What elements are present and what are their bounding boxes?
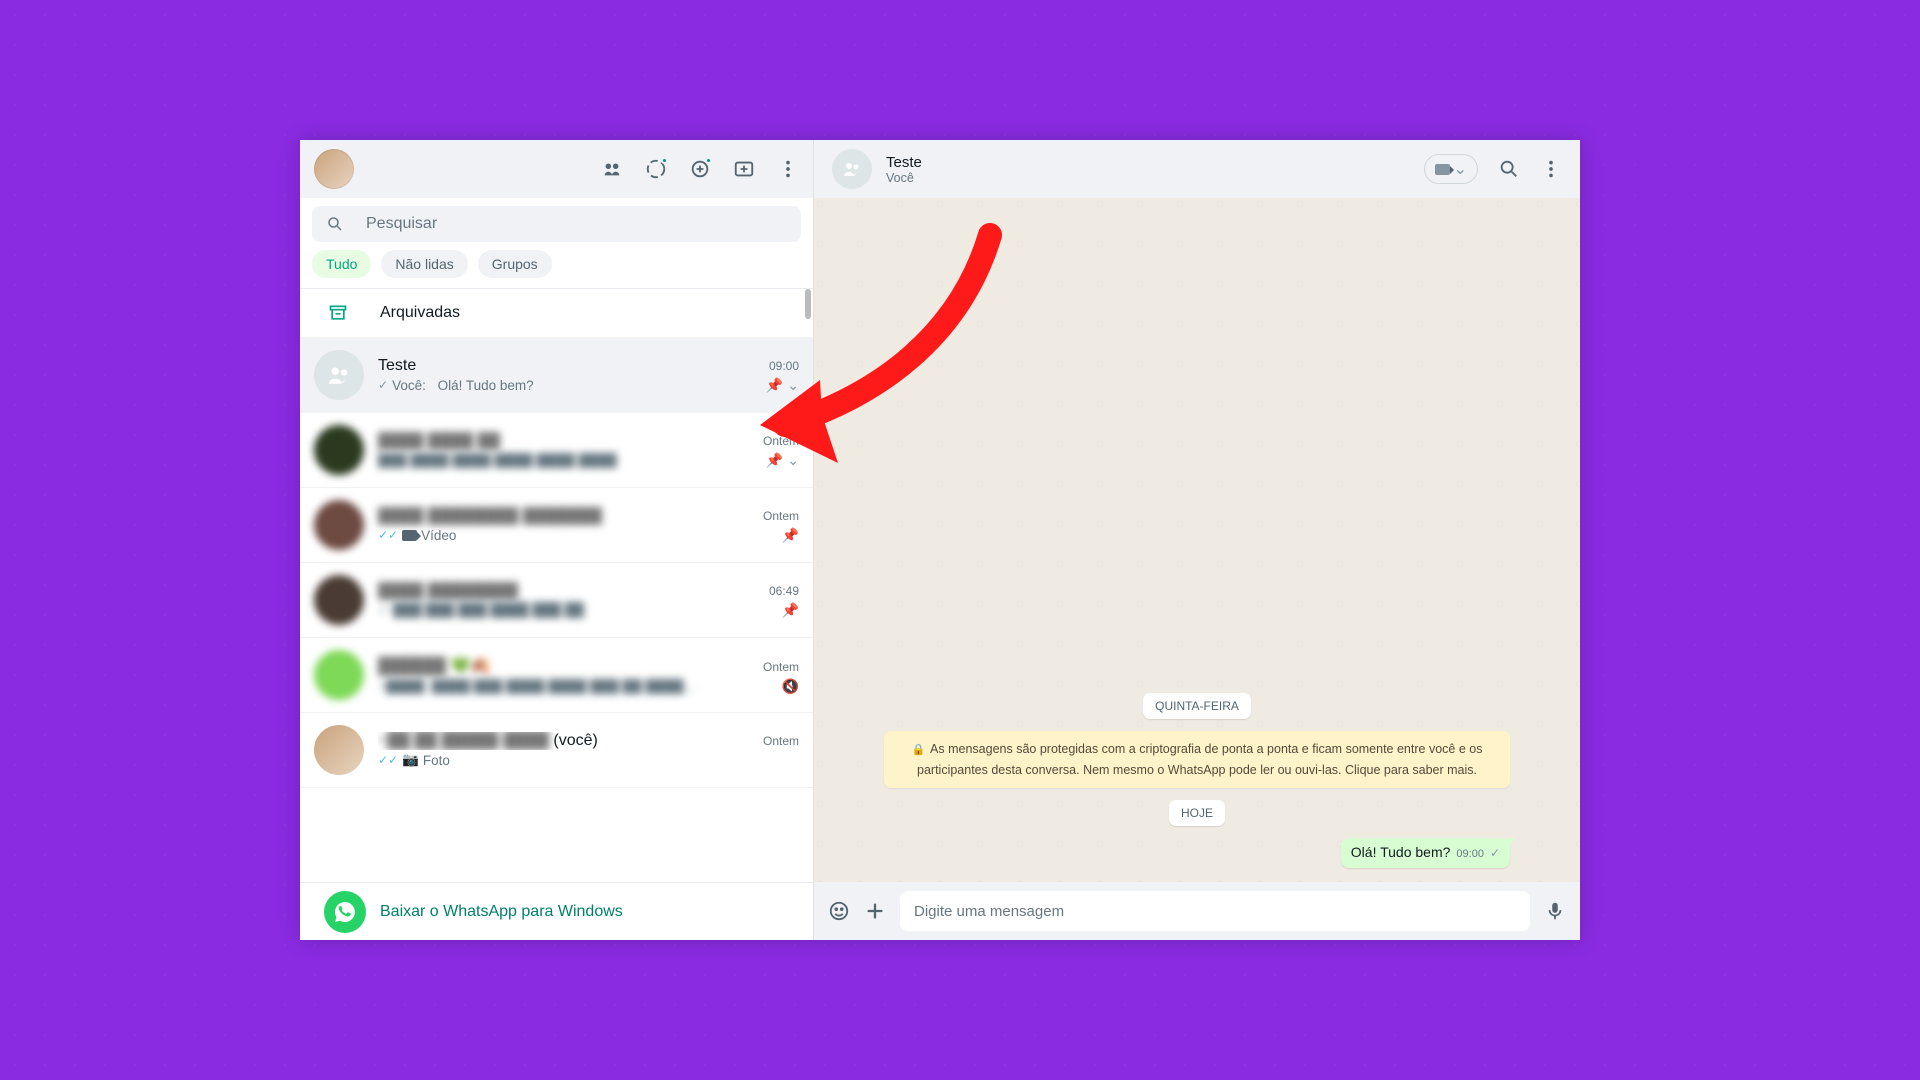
avatar-blurred: [314, 575, 364, 625]
message-input[interactable]: Digite uma mensagem: [900, 891, 1530, 931]
my-avatar[interactable]: [314, 149, 354, 189]
group-avatar-icon: [314, 350, 364, 400]
chat-name: Teste: [378, 357, 416, 375]
channels-icon[interactable]: [689, 158, 711, 180]
chat-preview: ✓ Você: Olá! Tudo bem?: [378, 378, 534, 393]
filter-all[interactable]: Tudo: [312, 250, 371, 278]
chat-time: Ontem: [763, 434, 799, 448]
pin-icon: 📌: [782, 602, 799, 619]
search-icon: [326, 215, 344, 233]
communities-icon[interactable]: [601, 158, 623, 180]
chat-preview: ✓✓ 📷 Foto: [378, 752, 450, 768]
app-window: Pesquisar Tudo Não lidas Grupos Arquivad…: [300, 140, 1580, 940]
chat-time: Ontem: [763, 660, 799, 674]
mute-icon: 🔇: [782, 678, 799, 695]
chat-time: Ontem: [763, 509, 799, 523]
conversation-subtitle: Você: [886, 171, 922, 185]
pin-icon: 📌: [766, 377, 783, 394]
status-icon[interactable]: [645, 158, 667, 180]
filter-tabs: Tudo Não lidas Grupos: [300, 246, 813, 289]
chat-row[interactable]: ████ ████████ 06:49 ✓ ███ ███ ███ ████ ██…: [300, 563, 813, 638]
message-out[interactable]: Olá! Tudo bem? 09:00 ✓: [1341, 838, 1510, 868]
group-avatar-icon: [832, 149, 872, 189]
encryption-notice[interactable]: 🔒 As mensagens são protegidas com a crip…: [884, 731, 1510, 788]
avatar-self: [314, 725, 364, 775]
chat-preview-blurred: ✓ ███ ███ ███ ████ ███ ██: [378, 602, 584, 618]
chat-preview-blurred: ███ ████ ████ ████ ████ ████: [378, 453, 617, 468]
video-icon: [1435, 164, 1450, 175]
chat-name: +██ ██ █████-████ (você): [378, 732, 598, 750]
check-icon: ✓: [1490, 846, 1500, 860]
mic-icon[interactable]: [1544, 900, 1566, 922]
video-call-button[interactable]: ⌄: [1424, 154, 1478, 184]
check-icon: ✓: [378, 378, 388, 392]
left-header: [300, 140, 813, 198]
message-input-placeholder: Digite uma mensagem: [914, 903, 1064, 920]
chat-preview: ✓✓ Vídeo: [378, 528, 456, 543]
conversation-info[interactable]: Teste Você: [832, 149, 922, 189]
chat-name-blurred: ████ ████████: [378, 582, 518, 600]
avatar-blurred: [314, 425, 364, 475]
search-input[interactable]: Pesquisar: [312, 206, 801, 242]
video-icon: [402, 530, 417, 541]
double-check-icon: ✓✓: [378, 753, 398, 767]
scrollbar-thumb[interactable]: [805, 289, 811, 319]
left-header-icons: [601, 158, 799, 180]
new-chat-icon[interactable]: [733, 158, 755, 180]
whatsapp-logo-icon: [324, 891, 366, 933]
chat-time: Ontem: [763, 734, 799, 748]
chat-list: Arquivadas Teste 09:00 ✓ Você: Olá! Tudo …: [300, 289, 813, 882]
filter-unread[interactable]: Não lidas: [381, 250, 467, 278]
avatar-blurred: [314, 500, 364, 550]
camera-icon: 📷: [402, 752, 419, 768]
date-chip: HOJE: [1169, 800, 1225, 826]
chat-name-blurred: ██████ 💚🍂: [378, 656, 490, 676]
chat-name-blurred: ████ ████████ ███████: [378, 507, 602, 525]
menu-icon[interactable]: [1540, 158, 1562, 180]
chat-time: 09:00: [769, 359, 799, 373]
archived-label: Arquivadas: [380, 304, 460, 322]
chat-row[interactable]: ████ ████ ██ Ontem ███ ████ ████ ████ ███…: [300, 413, 813, 488]
search-in-chat-icon[interactable]: [1498, 158, 1520, 180]
date-chip: QUINTA-FEIRA: [1143, 693, 1251, 719]
filter-groups[interactable]: Grupos: [478, 250, 552, 278]
screenshot-frame: Pesquisar Tudo Não lidas Grupos Arquivad…: [190, 135, 1730, 945]
chat-row-teste[interactable]: Teste 09:00 ✓ Você: Olá! Tudo bem? 📌⌄: [300, 338, 813, 413]
left-pane: Pesquisar Tudo Não lidas Grupos Arquivad…: [300, 140, 814, 940]
archived-row[interactable]: Arquivadas: [300, 289, 813, 338]
chat-preview-blurred: ~████: ████ ███ ████ ████ ███ ██ ████…: [378, 679, 697, 694]
conversation-header: Teste Você ⌄: [814, 140, 1580, 198]
menu-icon[interactable]: [777, 158, 799, 180]
search-row: Pesquisar: [300, 198, 813, 246]
download-bar[interactable]: Baixar o WhatsApp para Windows: [300, 882, 813, 940]
download-text: Baixar o WhatsApp para Windows: [380, 903, 623, 921]
message-time: 09:00: [1456, 848, 1484, 860]
emoji-icon[interactable]: [828, 900, 850, 922]
right-pane: Teste Você ⌄ QUINTA-FEIRA: [814, 140, 1580, 940]
double-check-icon: ✓✓: [378, 528, 398, 542]
message-text: Olá! Tudo bem?: [1351, 844, 1451, 860]
conversation-actions: ⌄: [1424, 154, 1562, 184]
chat-area: QUINTA-FEIRA 🔒 As mensagens são protegid…: [814, 198, 1580, 882]
search-placeholder: Pesquisar: [366, 215, 437, 233]
chat-row[interactable]: ████ ████████ ███████ Ontem ✓✓ Vídeo 📌: [300, 488, 813, 563]
pin-icon: 📌: [766, 452, 783, 469]
chat-row-self[interactable]: +██ ██ █████-████ (você) Ontem ✓✓ 📷 Foto: [300, 713, 813, 788]
chevron-down-icon[interactable]: ⌄: [787, 377, 799, 394]
chat-name-blurred: ████ ████ ██: [378, 432, 500, 450]
chat-time: 06:49: [769, 584, 799, 598]
lock-icon: 🔒: [912, 744, 926, 756]
pin-icon: 📌: [782, 527, 799, 544]
compose-bar: Digite uma mensagem: [814, 882, 1580, 940]
avatar-blurred: [314, 650, 364, 700]
chevron-down-icon[interactable]: ⌄: [787, 452, 799, 469]
conversation-title: Teste: [886, 154, 922, 171]
attach-icon[interactable]: [864, 900, 886, 922]
chat-row[interactable]: ██████ 💚🍂 Ontem ~████: ████ ███ ████ ████…: [300, 638, 813, 713]
archive-icon: [328, 303, 348, 323]
